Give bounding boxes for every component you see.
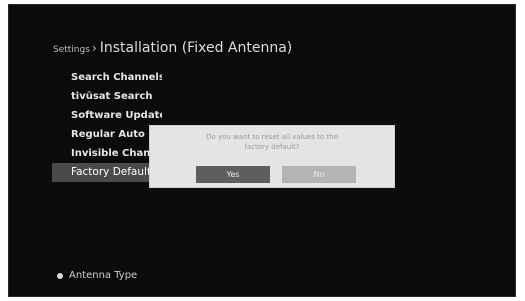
menu-item-tivusat-search[interactable]: tivūsat Search xyxy=(52,87,162,106)
menu-item-factory-default[interactable]: Factory Default xyxy=(52,163,162,182)
menu-item-regular-auto-update[interactable]: Regular Auto Update xyxy=(52,125,162,144)
antenna-type-hint[interactable]: Antenna Type xyxy=(57,270,137,281)
breadcrumb-settings[interactable]: Settings xyxy=(53,45,90,55)
confirm-reset-dialog: Do you want to reset all values to the f… xyxy=(149,125,395,188)
yes-button[interactable]: Yes xyxy=(196,166,270,183)
menu-item-software-update[interactable]: Software Update xyxy=(52,106,162,125)
menu-item-invisible-channels[interactable]: Invisible Channels xyxy=(52,144,162,163)
breadcrumb-separator: › xyxy=(91,41,97,55)
tv-screen: Settings › Installation (Fixed Antenna) Se… xyxy=(8,4,516,297)
page-title-text: Installation (Fixed Antenna) xyxy=(99,40,293,56)
menu-item-search-channels[interactable]: Search Channels xyxy=(52,68,162,87)
antenna-type-label: Antenna Type xyxy=(69,270,138,281)
dialog-message-line1: Do you want to reset all values to the xyxy=(206,133,338,141)
dialog-message: Do you want to reset all values to the f… xyxy=(150,132,394,152)
page-title: Settings › Installation (Fixed Antenna) xyxy=(53,37,292,56)
bullet-icon xyxy=(57,272,63,279)
dialog-message-line2: factory default? xyxy=(244,143,300,151)
installation-menu: Search Channels tivūsat Search Software … xyxy=(52,68,162,182)
no-button[interactable]: No xyxy=(282,166,356,183)
